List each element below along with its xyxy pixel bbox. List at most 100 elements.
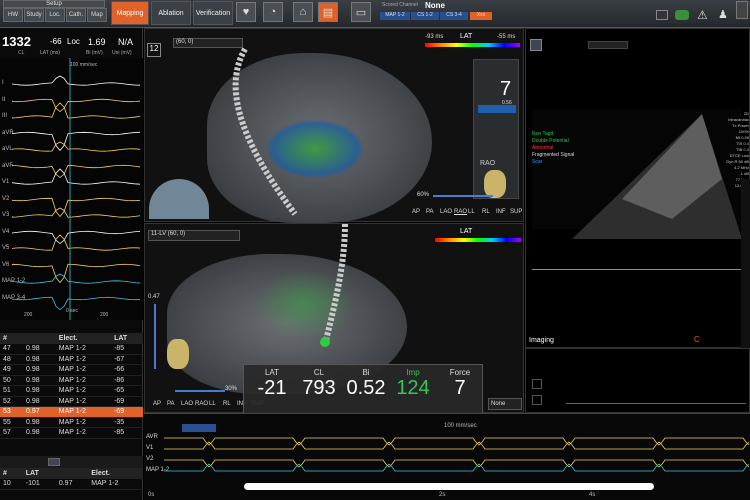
ablation-tab[interactable]: Ablation [151,1,191,25]
view-button-ap[interactable]: AP [153,401,161,407]
col-elect[interactable]: Elect. [55,333,112,344]
bottom-table-row[interactable]: 10 -101 0.97 MAP 1-2 [0,478,143,490]
view-button-rao[interactable]: RAO [195,401,208,407]
table-row[interactable]: 55 0.98 MAP 1-2 -35 [0,417,143,428]
window-icon[interactable] [656,10,668,20]
table-cell-bi: 0.98 [23,375,56,386]
hw-tab[interactable]: HW [3,8,23,22]
view-button-inf[interactable]: INF [496,209,506,215]
heart-thumbnail-bottom-icon [167,339,189,369]
imaging-label: Imaging [529,337,554,344]
lat-value: -66 [50,37,62,46]
readout-panel: LAT -21 CL 793 Bi 0.52 Imp 124 Force 7 [243,364,483,414]
bottom-col-number[interactable]: # [0,468,23,479]
clipboard-icon[interactable]: ▤ [318,2,338,22]
slider-bar[interactable] [478,105,516,113]
table-cell-el: MAP 1-2 [55,406,112,418]
table-row[interactable]: 57 0.98 MAP 1-2 -85 [0,427,143,439]
setup-tab[interactable]: Setup [3,0,105,8]
table-cell-bi: 0.98 [23,417,56,428]
ecg-trace [12,168,141,185]
left-scale-value: 0.47 [148,294,160,300]
table-row[interactable]: 49 0.98 MAP 1-2 -66 [0,364,143,376]
person-icon: ♟ [718,9,728,21]
readout-value: 0.52 [346,377,386,399]
table-cell-el: MAP 1-2 [55,396,112,407]
loc-tab[interactable]: Loc. [45,8,65,22]
table-row[interactable]: 53 0.97 MAP 1-2 -69 [0,406,143,418]
right-lower-icon-2[interactable] [532,395,542,405]
table-cell-lat: -65 [111,385,143,397]
bottom-col-bi[interactable] [55,468,89,479]
bottom-col-elect[interactable]: Elect. [88,468,143,479]
view-button-pa[interactable]: PA [426,209,434,215]
view-button-ll[interactable]: LL [209,401,216,407]
opacity-value-bottom: 30% [225,386,238,392]
shape-icon[interactable]: ⌂ [293,2,313,22]
readout-value: 124 [396,377,430,399]
view-button-rl[interactable]: RL [223,401,231,407]
orientation-widget[interactable] [149,179,209,219]
col-number[interactable]: # [0,333,24,344]
right-lower-icon-1[interactable] [532,379,542,389]
horizontal-scrollbar[interactable] [244,483,654,490]
map-number[interactable]: 12 [147,43,161,57]
gauge-icon[interactable]: ◔ [263,2,283,22]
view-button-ap[interactable]: AP [412,209,420,215]
lock-icon[interactable] [48,458,60,466]
opacity-slider-top[interactable] [433,195,493,197]
monitor-icon[interactable]: ▭ [351,2,371,22]
table-row[interactable]: 52 0.98 MAP 1-2 -69 [0,396,143,407]
imaging-field[interactable] [588,41,628,49]
none-select[interactable]: None [488,398,522,410]
bottom-col-lat[interactable]: LAT [22,468,56,479]
view-label: RAO [480,160,496,167]
points-table: # Elect. LAT 47 0.98 MAP 1-2 -85 48 0.98 MAP 1… [0,333,143,439]
cl-value: 1332 [2,34,31,49]
channel-button-map[interactable]: MAP 1-2 [380,12,410,20]
readout-value: 7 [454,377,466,399]
mapping-tab[interactable]: Mapping [111,1,149,25]
table-cell-n: 57 [0,427,24,439]
view-button-rao[interactable]: RAO [454,209,467,215]
channel-button-extra[interactable]: Xxx [470,12,492,20]
table-row[interactable]: 51 0.98 MAP 1-2 -65 [0,385,143,397]
uni-label: Uni (mV) [112,50,132,56]
col-lat[interactable]: LAT [111,333,143,344]
channel-button-cs34[interactable]: CS 3-4 [440,12,468,20]
vertical-slider[interactable] [154,304,156,369]
map-tab[interactable]: Map [87,8,107,22]
view-button-sup[interactable]: SUP [510,209,522,215]
view-button-rl[interactable]: RL [482,209,490,215]
study-tab[interactable]: Study [24,8,44,22]
table-row[interactable]: 50 0.98 MAP 1-2 -86 [0,375,143,386]
table-row[interactable]: 48 0.98 MAP 1-2 -67 [0,354,143,365]
map-bottom-scale-title: LAT [460,228,473,235]
channel-button-cs12[interactable]: CS 1-2 [411,12,439,20]
verification-tab[interactable]: Verification [193,1,233,25]
cl-label: CL [18,50,25,56]
right-lower-track[interactable] [566,403,746,404]
strip-lead-label: V2 [146,456,154,462]
table-cell-lat: -86 [111,375,143,386]
imaging-c-icon[interactable]: C [694,335,700,344]
ecg-lead-label: I [2,80,4,86]
map-view-top[interactable]: 12 (60, 0) -93 ms LAT -55 ms 7 0.56 RAO … [144,28,524,223]
table-cell-bi: 0.98 [23,354,56,365]
table-row[interactable]: 47 0.98 MAP 1-2 -85 [0,343,143,355]
bottom-cell-elect: MAP 1-2 [88,478,143,490]
map-bottom-dropdown[interactable]: 11-LV (60, 0) [148,230,240,241]
col-bi[interactable] [23,333,56,344]
opacity-value-top: 60% [417,192,430,198]
heart-icon[interactable]: ♥ [236,2,256,22]
opacity-slider-bottom[interactable] [175,390,225,392]
view-button-lao[interactable]: LAO [440,209,452,215]
view-button-ll[interactable]: LL [468,209,475,215]
map-view-bottom[interactable]: 11-LV (60, 0) LAT 0.47 30% AP PA LAO RAO LL R… [144,223,524,414]
view-button-lao[interactable]: LAO [181,401,193,407]
imaging-toolbar-icon[interactable] [530,39,542,51]
ecg-lead-label: V2 [2,195,10,202]
readout-label: CL [313,368,325,377]
cath-tab[interactable]: Cath. [66,8,86,22]
view-button-pa[interactable]: PA [167,401,175,407]
